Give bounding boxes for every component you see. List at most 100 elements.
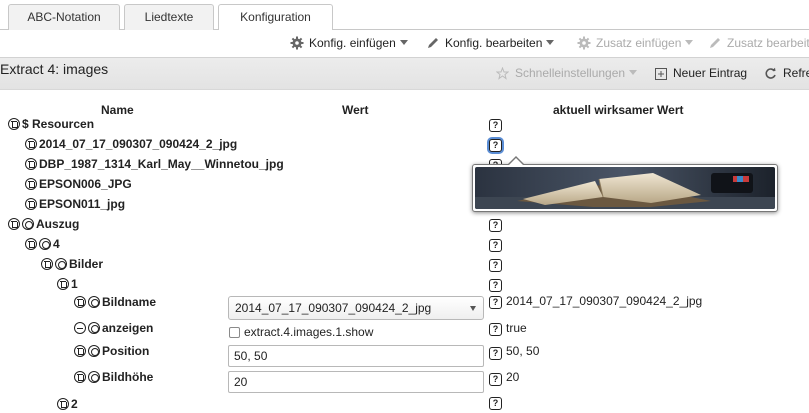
help-icon[interactable]: ? (489, 323, 502, 336)
help-icon[interactable]: ? (489, 139, 502, 152)
trash-icon[interactable] (25, 178, 37, 190)
help-icon[interactable]: ? (489, 373, 502, 386)
help-icon[interactable]: ? (489, 279, 502, 292)
tree-row-anzeigen[interactable]: anzeigen (74, 321, 153, 337)
bildname-select[interactable]: 2014_07_17_090307_090424_2_jpg (228, 296, 484, 320)
tree-row-image-1[interactable]: 1 (57, 277, 78, 293)
insert-config-button[interactable]: Konfig. einfügen (290, 35, 408, 51)
image-preview-tooltip (472, 156, 778, 212)
edit-config-button[interactable]: Konfig. bearbeiten (426, 35, 555, 51)
column-value-header: Wert (342, 103, 369, 117)
tree-label: Auszug (36, 217, 80, 231)
help-icon[interactable]: ? (489, 296, 502, 309)
trash-icon[interactable] (25, 238, 37, 250)
effective-position: 50, 50 (506, 344, 540, 358)
tree-row-resource[interactable]: EPSON011_jpg (25, 197, 125, 213)
refresh-label: Refresh (783, 66, 809, 80)
quick-settings-button[interactable]: Schnelleinstellungen (495, 65, 638, 81)
tab-konfiguration[interactable]: Konfiguration (218, 4, 333, 31)
default-icon[interactable] (88, 296, 100, 308)
anzeigen-checkbox-label: extract.4.images.1.show (244, 325, 374, 339)
help-icon[interactable]: ? (489, 239, 502, 252)
refresh-button[interactable]: Refresh (764, 65, 809, 81)
pencil-icon (428, 38, 438, 48)
trash-icon[interactable] (8, 118, 20, 130)
trash-icon[interactable] (25, 138, 37, 150)
tree-row-resources[interactable]: $ Resourcen (8, 117, 94, 133)
tree-label: DBP_1987_1314_Karl_May__Winnetou_jpg (39, 157, 284, 171)
help-icon[interactable]: ? (489, 219, 502, 232)
trash-icon[interactable] (74, 371, 86, 383)
tree-label: Bildhöhe (102, 370, 154, 384)
trash-icon[interactable] (57, 278, 69, 290)
effective-anzeigen: true (506, 321, 527, 335)
chevron-down-icon (546, 40, 555, 45)
tree-row-image-2[interactable]: 2 (57, 397, 78, 413)
tree-row-bilder[interactable]: Bilder (41, 257, 103, 273)
preview-image (475, 167, 775, 209)
tree-label: 2 (71, 397, 78, 411)
tree-label: 1 (71, 277, 78, 291)
default-icon[interactable] (55, 258, 67, 270)
default-icon[interactable] (39, 238, 51, 250)
tree-label: EPSON006_JPG (39, 177, 132, 191)
edit-extra-button[interactable]: Zusatz bearbeiten (708, 35, 809, 51)
help-icon[interactable]: ? (489, 259, 502, 272)
help-icon[interactable]: ? (489, 347, 502, 360)
help-icon[interactable]: ? (489, 119, 502, 132)
panel-title: Extract 4: images (0, 61, 109, 77)
default-icon[interactable] (22, 218, 34, 230)
tooltip-arrow-inner (508, 158, 524, 166)
gear-icon (290, 36, 304, 50)
tab-liedtexte[interactable]: Liedtexte (124, 4, 214, 30)
tree-row-resource[interactable]: EPSON006_JPG (25, 177, 132, 193)
panel-header: Extract 4: images Schnelleinstellungen N… (0, 57, 809, 90)
config-toolbar: Konfig. einfügen Konfig. bearbeiten Zusa… (0, 30, 809, 56)
anzeigen-checkbox[interactable]: extract.4.images.1.show (229, 325, 373, 339)
effective-bildhoehe: 20 (506, 370, 520, 384)
position-input[interactable]: 50, 50 (228, 345, 484, 367)
tree-row-auszug[interactable]: Auszug (8, 217, 79, 233)
tree-label: Bildname (102, 295, 157, 309)
trash-icon[interactable] (57, 398, 69, 410)
tree-label: Bilder (69, 257, 104, 271)
default-icon[interactable] (88, 345, 100, 357)
chevron-down-icon (399, 40, 408, 45)
tree-row-bildhoehe[interactable]: Bildhöhe (74, 370, 153, 386)
help-icon[interactable]: ? (489, 397, 502, 410)
tab-abc-notation[interactable]: ABC-Notation (8, 4, 120, 30)
trash-icon[interactable] (74, 345, 86, 357)
tree-row-bildname[interactable]: Bildname (74, 295, 156, 311)
trash-icon[interactable] (25, 158, 37, 170)
trash-icon[interactable] (41, 258, 53, 270)
insert-config-label: Konfig. einfügen (309, 36, 396, 50)
new-entry-label: Neuer Eintrag (673, 66, 748, 80)
tree-row-extract-4[interactable]: 4 (25, 237, 60, 253)
tab-bar: ABC-Notation Liedtexte Konfiguration (0, 0, 809, 31)
plus-square-icon (655, 68, 667, 80)
tree-label: anzeigen (102, 321, 154, 335)
remove-icon[interactable] (74, 322, 86, 334)
edit-extra-label: Zusatz bearbeiten (727, 36, 809, 50)
effective-bildname: 2014_07_17_090307_090424_2_jpg (506, 294, 703, 308)
tree-label: 4 (53, 237, 60, 251)
tree-row-resource[interactable]: DBP_1987_1314_Karl_May__Winnetou_jpg (25, 157, 284, 173)
insert-extra-button[interactable]: Zusatz einfügen (577, 35, 694, 51)
tree-row-resource[interactable]: 2014_07_17_090307_090424_2_jpg (25, 137, 237, 153)
tree-label: EPSON011_jpg (39, 197, 126, 211)
trash-icon[interactable] (8, 218, 20, 230)
chevron-down-icon (470, 306, 476, 311)
tree-row-position[interactable]: Position (74, 344, 149, 360)
quick-settings-label: Schnelleinstellungen (515, 66, 626, 80)
default-icon[interactable] (88, 322, 100, 334)
bildhoehe-input[interactable]: 20 (228, 371, 484, 393)
default-icon[interactable] (88, 371, 100, 383)
column-name-header: Name (101, 103, 134, 117)
refresh-icon (765, 67, 776, 79)
new-entry-button[interactable]: Neuer Eintrag (655, 65, 747, 81)
trash-icon[interactable] (25, 198, 37, 210)
trash-icon[interactable] (74, 296, 86, 308)
checkbox-box[interactable] (229, 327, 240, 338)
gear-icon (577, 36, 591, 50)
pencil-icon (710, 38, 720, 48)
